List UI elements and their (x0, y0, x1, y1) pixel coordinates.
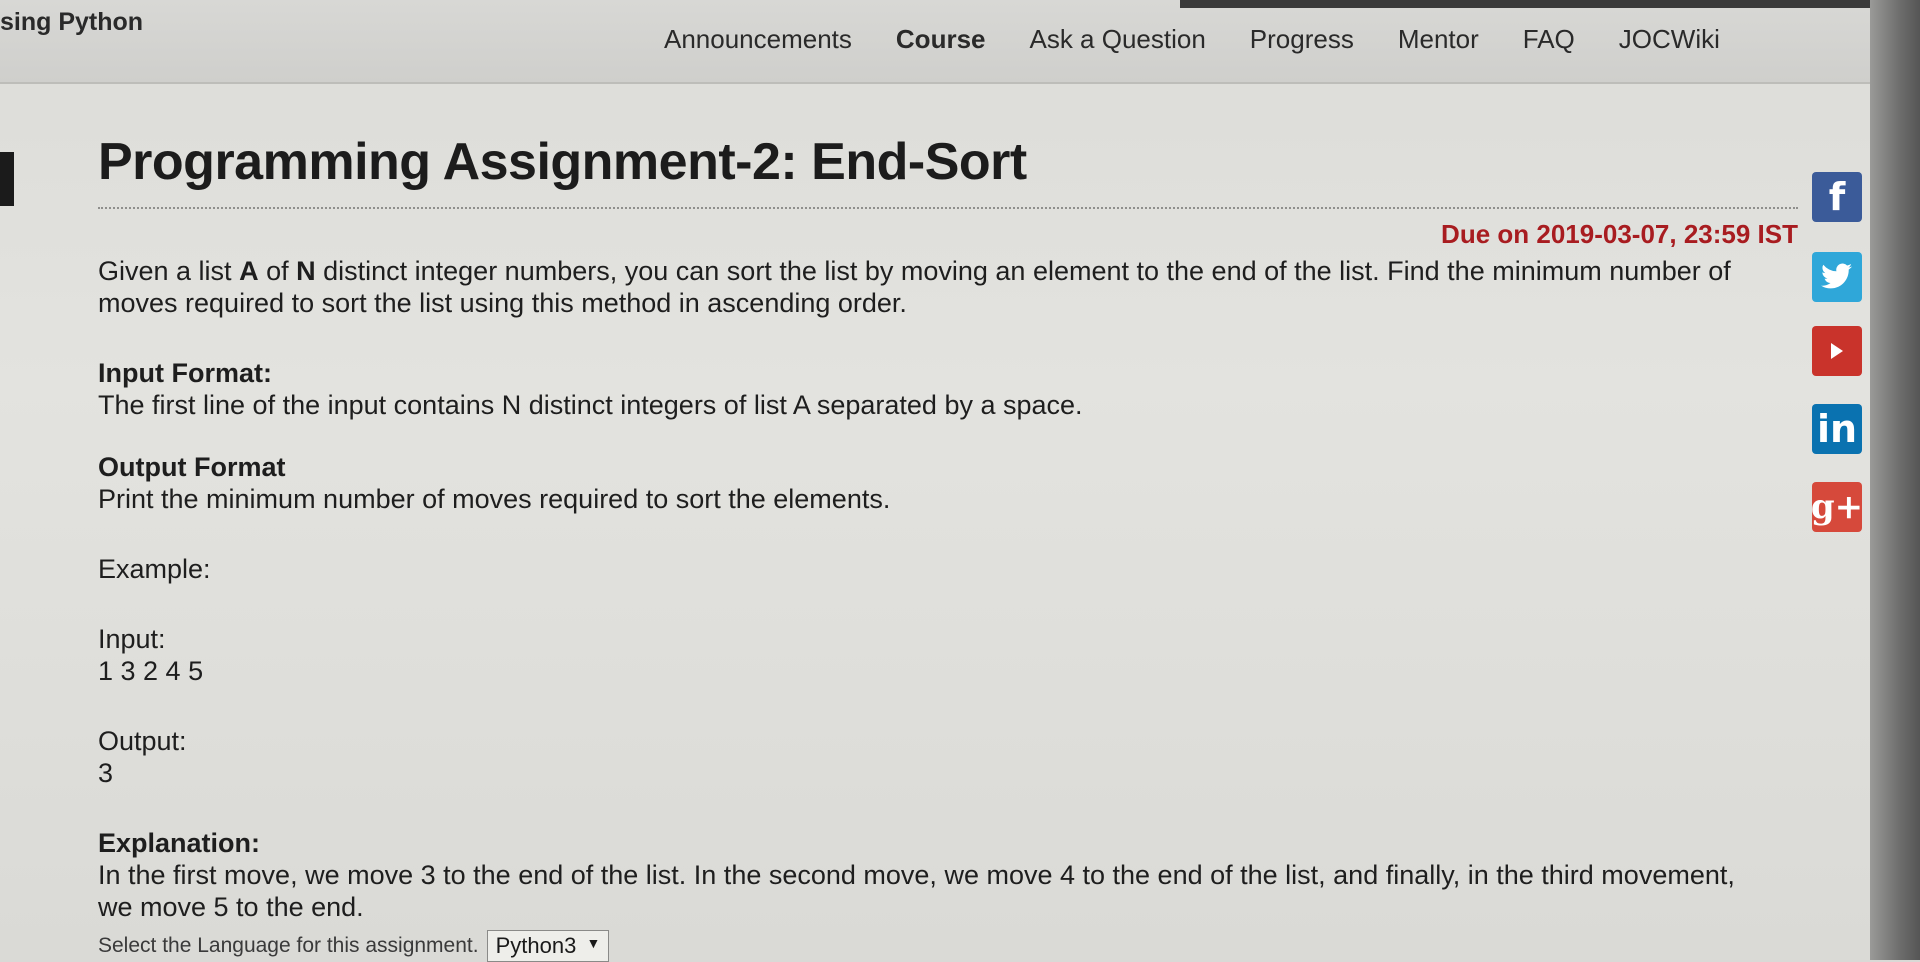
assignment-content: Given a list A of N distinct integer num… (98, 255, 1738, 923)
course-brand[interactable]: sing Python (0, 8, 143, 37)
linkedin-icon[interactable]: in (1812, 404, 1862, 454)
example-input-label: Input: (98, 624, 166, 654)
due-date: Due on 2019-03-07, 23:59 IST (1441, 219, 1798, 249)
example-output-label: Output: (98, 726, 187, 756)
example-heading: Example: (98, 554, 211, 584)
twitter-bird-icon (1821, 263, 1852, 289)
sidebar-marker (0, 152, 14, 206)
example-input-value: 1 3 2 4 5 (98, 656, 204, 686)
dropdown-caret-icon: ▼ (586, 935, 601, 951)
facebook-icon[interactable]: f (1812, 172, 1862, 222)
nav-announcements[interactable]: Announcements (664, 24, 852, 55)
intro-var-n: N (296, 256, 316, 286)
explanation-heading: Explanation: (98, 828, 261, 858)
nav-mentor[interactable]: Mentor (1398, 24, 1479, 55)
nav-progress[interactable]: Progress (1250, 24, 1354, 55)
twitter-icon[interactable] (1812, 252, 1862, 302)
output-format-text: Print the minimum number of moves requir… (98, 484, 891, 514)
intro-text-3: distinct integer numbers, you can sort t… (98, 256, 1731, 318)
screen-bezel (1870, 0, 1920, 960)
nav-faq[interactable]: FAQ (1523, 24, 1575, 55)
main-nav: Announcements Course Ask a Question Prog… (664, 24, 1720, 55)
input-format-text: The first line of the input contains N d… (98, 390, 1083, 420)
nav-jocwiki[interactable]: JOCWiki (1619, 24, 1720, 55)
language-dropdown[interactable]: Python3 ▼ (486, 930, 610, 962)
nav-course[interactable]: Course (896, 24, 986, 55)
intro-text-2: of (258, 256, 297, 286)
play-icon (1831, 343, 1843, 359)
top-header: sing Python Announcements Course Ask a Q… (0, 0, 1870, 84)
top-edge (1180, 0, 1870, 8)
language-label: Select the Language for this assignment. (98, 934, 479, 957)
output-format-heading: Output Format (98, 452, 286, 482)
explanation-text: In the first move, we move 3 to the end … (98, 860, 1735, 922)
page-title: Programming Assignment-2: End-Sort (98, 133, 1027, 191)
example-output-value: 3 (98, 758, 114, 788)
intro-text-1: Given a list (98, 256, 240, 286)
youtube-icon[interactable] (1812, 326, 1862, 376)
language-selected: Python3 (495, 933, 577, 958)
input-format-heading: Input Format: (98, 358, 272, 388)
title-divider (98, 207, 1798, 209)
googleplus-icon[interactable]: g+ (1811, 482, 1863, 532)
nav-ask-a-question[interactable]: Ask a Question (1029, 24, 1205, 55)
problem-statement: Given a list A of N distinct integer num… (98, 255, 1738, 319)
intro-var-a: A (239, 256, 259, 286)
language-selector-row: Select the Language for this assignment.… (98, 930, 610, 962)
